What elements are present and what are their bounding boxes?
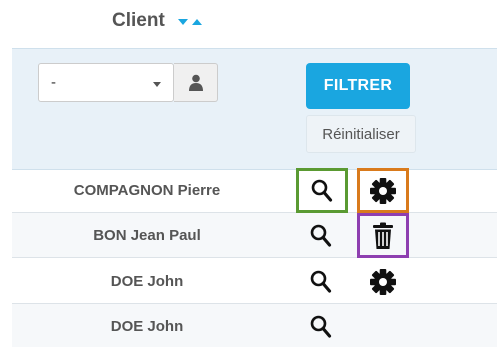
sort-controls[interactable] xyxy=(178,19,210,29)
settings-button[interactable] xyxy=(357,168,409,213)
table-row: COMPAGNON Pierre xyxy=(12,168,497,213)
table-row: DOE John xyxy=(12,259,497,304)
gear-icon xyxy=(370,268,396,295)
search-icon xyxy=(310,224,332,247)
table-header: Client xyxy=(0,0,497,48)
view-button[interactable] xyxy=(300,259,342,304)
search-icon xyxy=(310,270,332,293)
user-icon xyxy=(189,74,203,91)
filter-row: - FILTRER Réinitialiser xyxy=(12,48,497,170)
client-name: BON Jean Paul xyxy=(93,227,201,244)
delete-button[interactable] xyxy=(357,213,409,258)
table-row: DOE John xyxy=(12,304,497,347)
search-icon xyxy=(311,179,333,202)
trash-icon xyxy=(373,222,393,249)
chevron-down-icon xyxy=(153,82,161,87)
user-picker-button[interactable] xyxy=(174,63,218,102)
gear-icon xyxy=(370,177,396,204)
client-select-value: - xyxy=(51,74,56,91)
client-name: COMPAGNON Pierre xyxy=(73,182,221,199)
filter-button[interactable]: FILTRER xyxy=(306,63,410,109)
column-title-client[interactable]: Client xyxy=(112,10,165,32)
settings-button[interactable] xyxy=(362,259,404,304)
sort-ascending-icon[interactable] xyxy=(192,19,202,25)
view-button[interactable] xyxy=(300,213,342,258)
search-icon xyxy=(310,315,332,338)
reset-button[interactable]: Réinitialiser xyxy=(306,115,416,153)
client-name: DOE John xyxy=(110,318,184,335)
table-row: BON Jean Paul xyxy=(12,213,497,258)
client-select[interactable]: - xyxy=(38,63,174,102)
client-name: DOE John xyxy=(110,273,184,290)
sort-descending-icon[interactable] xyxy=(178,19,188,25)
view-button[interactable] xyxy=(296,168,348,213)
view-button[interactable] xyxy=(300,304,342,349)
